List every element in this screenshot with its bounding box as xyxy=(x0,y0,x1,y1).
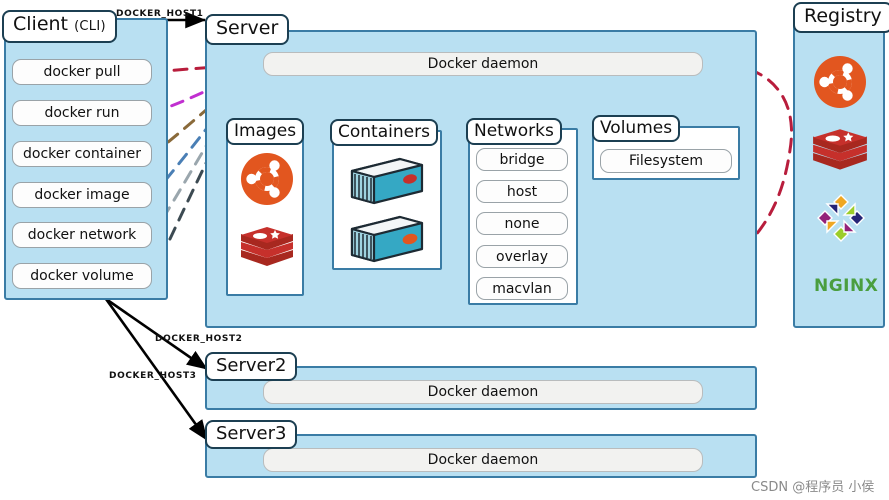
edge-label-docker-host3: DOCKER_HOST3 xyxy=(109,371,197,381)
ubuntu-logo xyxy=(241,153,293,205)
registry-label: Registry xyxy=(804,5,882,27)
redis-logo xyxy=(813,129,867,170)
registry-panel-title: Registry xyxy=(793,2,889,33)
network-item-label: none xyxy=(504,215,540,232)
redis-logo xyxy=(241,227,293,266)
server2-panel-title: Server2 xyxy=(205,352,298,381)
volumes-label: Volumes xyxy=(600,118,673,138)
images-label: Images xyxy=(234,121,297,141)
command-label: docker volume xyxy=(30,268,134,284)
network-item-bridge[interactable]: bridge xyxy=(476,148,568,171)
docker-daemon-bar-server1: Docker daemon xyxy=(263,52,703,76)
command-label: docker run xyxy=(44,105,120,121)
server2-label: Server2 xyxy=(216,355,287,376)
network-item-none[interactable]: none xyxy=(476,212,568,235)
containers-label: Containers xyxy=(338,122,430,142)
command-docker-volume[interactable]: docker volume xyxy=(12,263,152,289)
docker-daemon-bar-server2: Docker daemon xyxy=(263,380,703,404)
network-item-label: macvlan xyxy=(492,280,552,297)
command-docker-network[interactable]: docker network xyxy=(12,222,152,248)
images-box-title: Images xyxy=(226,118,305,145)
command-label: docker pull xyxy=(43,64,121,80)
diagram-canvas: Client (CLI) docker pull docker run dock… xyxy=(0,0,889,500)
network-item-overlay[interactable]: overlay xyxy=(476,245,568,268)
centos-logo xyxy=(817,194,865,242)
server-panel-title: Server xyxy=(205,14,290,45)
server3-label: Server3 xyxy=(216,423,287,444)
server3-panel-title: Server3 xyxy=(205,420,298,449)
docker-daemon-bar-server3: Docker daemon xyxy=(263,448,703,472)
client-label: Client xyxy=(13,13,69,35)
edge-label-docker-host1: DOCKER_HOST1 xyxy=(116,9,204,19)
containers-box-title: Containers xyxy=(330,119,438,146)
edge-label-docker-host2: DOCKER_HOST2 xyxy=(155,334,243,344)
client-label-suffix: (CLI) xyxy=(74,19,106,34)
command-label: docker image xyxy=(34,187,130,203)
client-panel-title: Client (CLI) xyxy=(2,10,117,43)
network-item-macvlan[interactable]: macvlan xyxy=(476,277,568,300)
docker-daemon-label: Docker daemon xyxy=(427,56,539,72)
container-box-icon xyxy=(350,215,424,263)
command-docker-run[interactable]: docker run xyxy=(12,100,152,126)
volume-item-filesystem[interactable]: Filesystem xyxy=(600,149,732,173)
network-item-label: overlay xyxy=(496,248,548,265)
command-label: docker network xyxy=(27,227,137,243)
network-item-label: host xyxy=(506,183,538,200)
docker-daemon-label: Docker daemon xyxy=(427,384,539,400)
volume-item-label: Filesystem xyxy=(628,153,704,169)
command-docker-container[interactable]: docker container xyxy=(12,141,152,167)
container-box-icon xyxy=(350,157,424,205)
networks-box-title: Networks xyxy=(466,118,562,145)
docker-daemon-label: Docker daemon xyxy=(427,452,539,468)
networks-label: Networks xyxy=(474,121,554,141)
command-docker-image[interactable]: docker image xyxy=(12,182,152,208)
network-item-host[interactable]: host xyxy=(476,180,568,203)
watermark: CSDN @程序员 小侯 xyxy=(751,480,875,495)
nginx-logo-text: NGINX xyxy=(814,276,879,296)
command-label: docker container xyxy=(23,146,141,162)
server-label: Server xyxy=(216,17,279,39)
network-item-label: bridge xyxy=(499,151,545,168)
volumes-box-title: Volumes xyxy=(592,115,681,142)
command-docker-pull[interactable]: docker pull xyxy=(12,59,152,85)
ubuntu-logo xyxy=(814,56,866,108)
